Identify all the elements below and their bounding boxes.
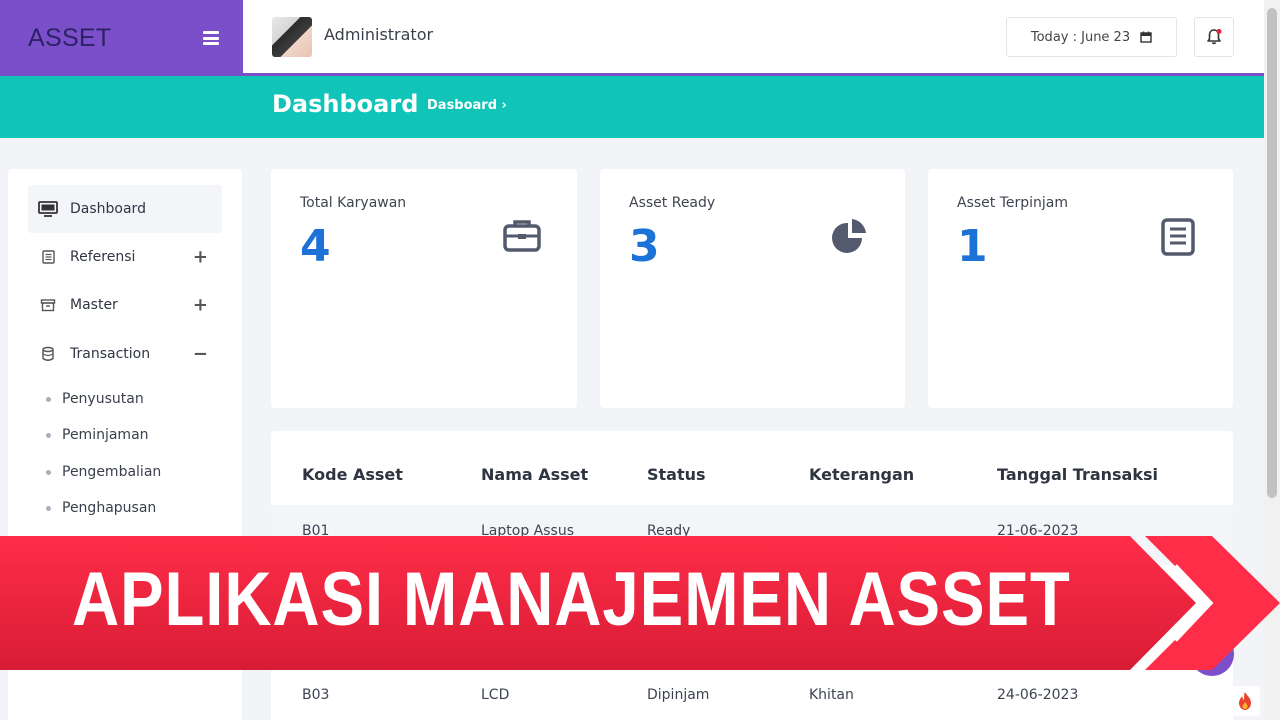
- date-label: Today : June 23: [1030, 29, 1131, 45]
- archive-icon: [40, 299, 56, 312]
- monitor-icon: [38, 201, 58, 217]
- clipboard-icon: [1161, 218, 1195, 256]
- pie-chart-icon: [832, 219, 866, 253]
- column-header[interactable]: Tanggal Transaksi: [997, 465, 1158, 484]
- sidebar-item-label: Master: [70, 297, 118, 313]
- table-cell: 24-06-2023: [997, 687, 1079, 703]
- fire-icon[interactable]: [1230, 686, 1260, 716]
- sidebar-item-dashboard[interactable]: Dashboard: [28, 185, 222, 233]
- card-value: 1: [957, 221, 988, 272]
- list-icon: [42, 250, 55, 264]
- sidebar-item-label: Referensi: [70, 249, 136, 265]
- breadcrumb[interactable]: Dasboard ›: [427, 98, 507, 113]
- stat-card-asset-ready: Asset Ready 3: [600, 169, 905, 408]
- column-header[interactable]: Keterangan: [809, 465, 914, 484]
- card-label: Asset Ready: [629, 195, 716, 211]
- sidebar-subitem-peminjaman[interactable]: Peminjaman: [46, 427, 149, 443]
- subitem-label: Peminjaman: [62, 427, 149, 443]
- database-icon: [42, 346, 54, 361]
- table-cell: Khitan: [809, 687, 854, 703]
- banner-title: APLIKASI MANAJEMEN ASSET: [72, 557, 1071, 642]
- avatar[interactable]: [272, 17, 312, 57]
- bell-icon: [1207, 29, 1222, 45]
- page-header: Dashboard Dasboard ›: [0, 76, 1264, 138]
- sidebar-subitem-penyusutan[interactable]: Penyusutan: [46, 391, 144, 407]
- bullet-icon: [46, 396, 51, 402]
- date-button[interactable]: Today : June 23: [1006, 17, 1177, 57]
- stat-card-total-karyawan: Total Karyawan 4: [271, 169, 577, 408]
- scroll-thumb[interactable]: [1267, 8, 1277, 498]
- subitem-label: Pengembalian: [62, 464, 162, 480]
- card-label: Asset Terpinjam: [957, 195, 1069, 211]
- table-cell: Dipinjam: [647, 687, 710, 703]
- column-header[interactable]: Status: [647, 465, 706, 484]
- top-bar: Administrator Today : June 23: [243, 0, 1264, 76]
- sidebar-item-referensi[interactable]: Referensi +: [28, 233, 222, 281]
- sidebar-subitem-penghapusan[interactable]: Penghapusan: [46, 500, 156, 516]
- hamburger-menu-icon[interactable]: [203, 31, 219, 45]
- subitem-label: Penyusutan: [62, 391, 144, 407]
- column-header[interactable]: Nama Asset: [481, 465, 588, 484]
- bullet-icon: [46, 432, 51, 438]
- calendar-icon: [1140, 31, 1152, 43]
- page-title: Dashboard: [272, 90, 419, 118]
- table-cell: LCD: [481, 687, 510, 703]
- bullet-icon: [46, 505, 51, 511]
- column-header[interactable]: Kode Asset: [302, 465, 403, 484]
- sidebar-item-label: Dashboard: [70, 201, 146, 217]
- expand-icon[interactable]: +: [193, 247, 208, 268]
- card-value: 3: [629, 221, 660, 272]
- card-label: Total Karyawan: [300, 195, 407, 211]
- user-name[interactable]: Administrator: [324, 25, 433, 44]
- briefcase-icon: [503, 220, 541, 252]
- card-value: 4: [300, 221, 331, 272]
- bullet-icon: [46, 469, 51, 475]
- sidebar-item-master[interactable]: Master +: [28, 281, 222, 329]
- brand-bar: ASSET: [0, 0, 243, 76]
- collapse-icon[interactable]: −: [193, 344, 208, 365]
- notification-button[interactable]: [1194, 17, 1234, 57]
- subitem-label: Penghapusan: [62, 500, 157, 516]
- expand-icon[interactable]: +: [193, 295, 208, 316]
- stat-card-asset-terpinjam: Asset Terpinjam 1: [928, 169, 1233, 408]
- sidebar-item-label: Transaction: [70, 346, 151, 362]
- sidebar-item-transaction[interactable]: Transaction −: [28, 330, 222, 378]
- notification-dot: [1216, 29, 1222, 34]
- table-cell: B03: [302, 687, 330, 703]
- app-logo[interactable]: ASSET: [28, 24, 111, 53]
- sidebar-subitem-pengembalian[interactable]: Pengembalian: [46, 464, 161, 480]
